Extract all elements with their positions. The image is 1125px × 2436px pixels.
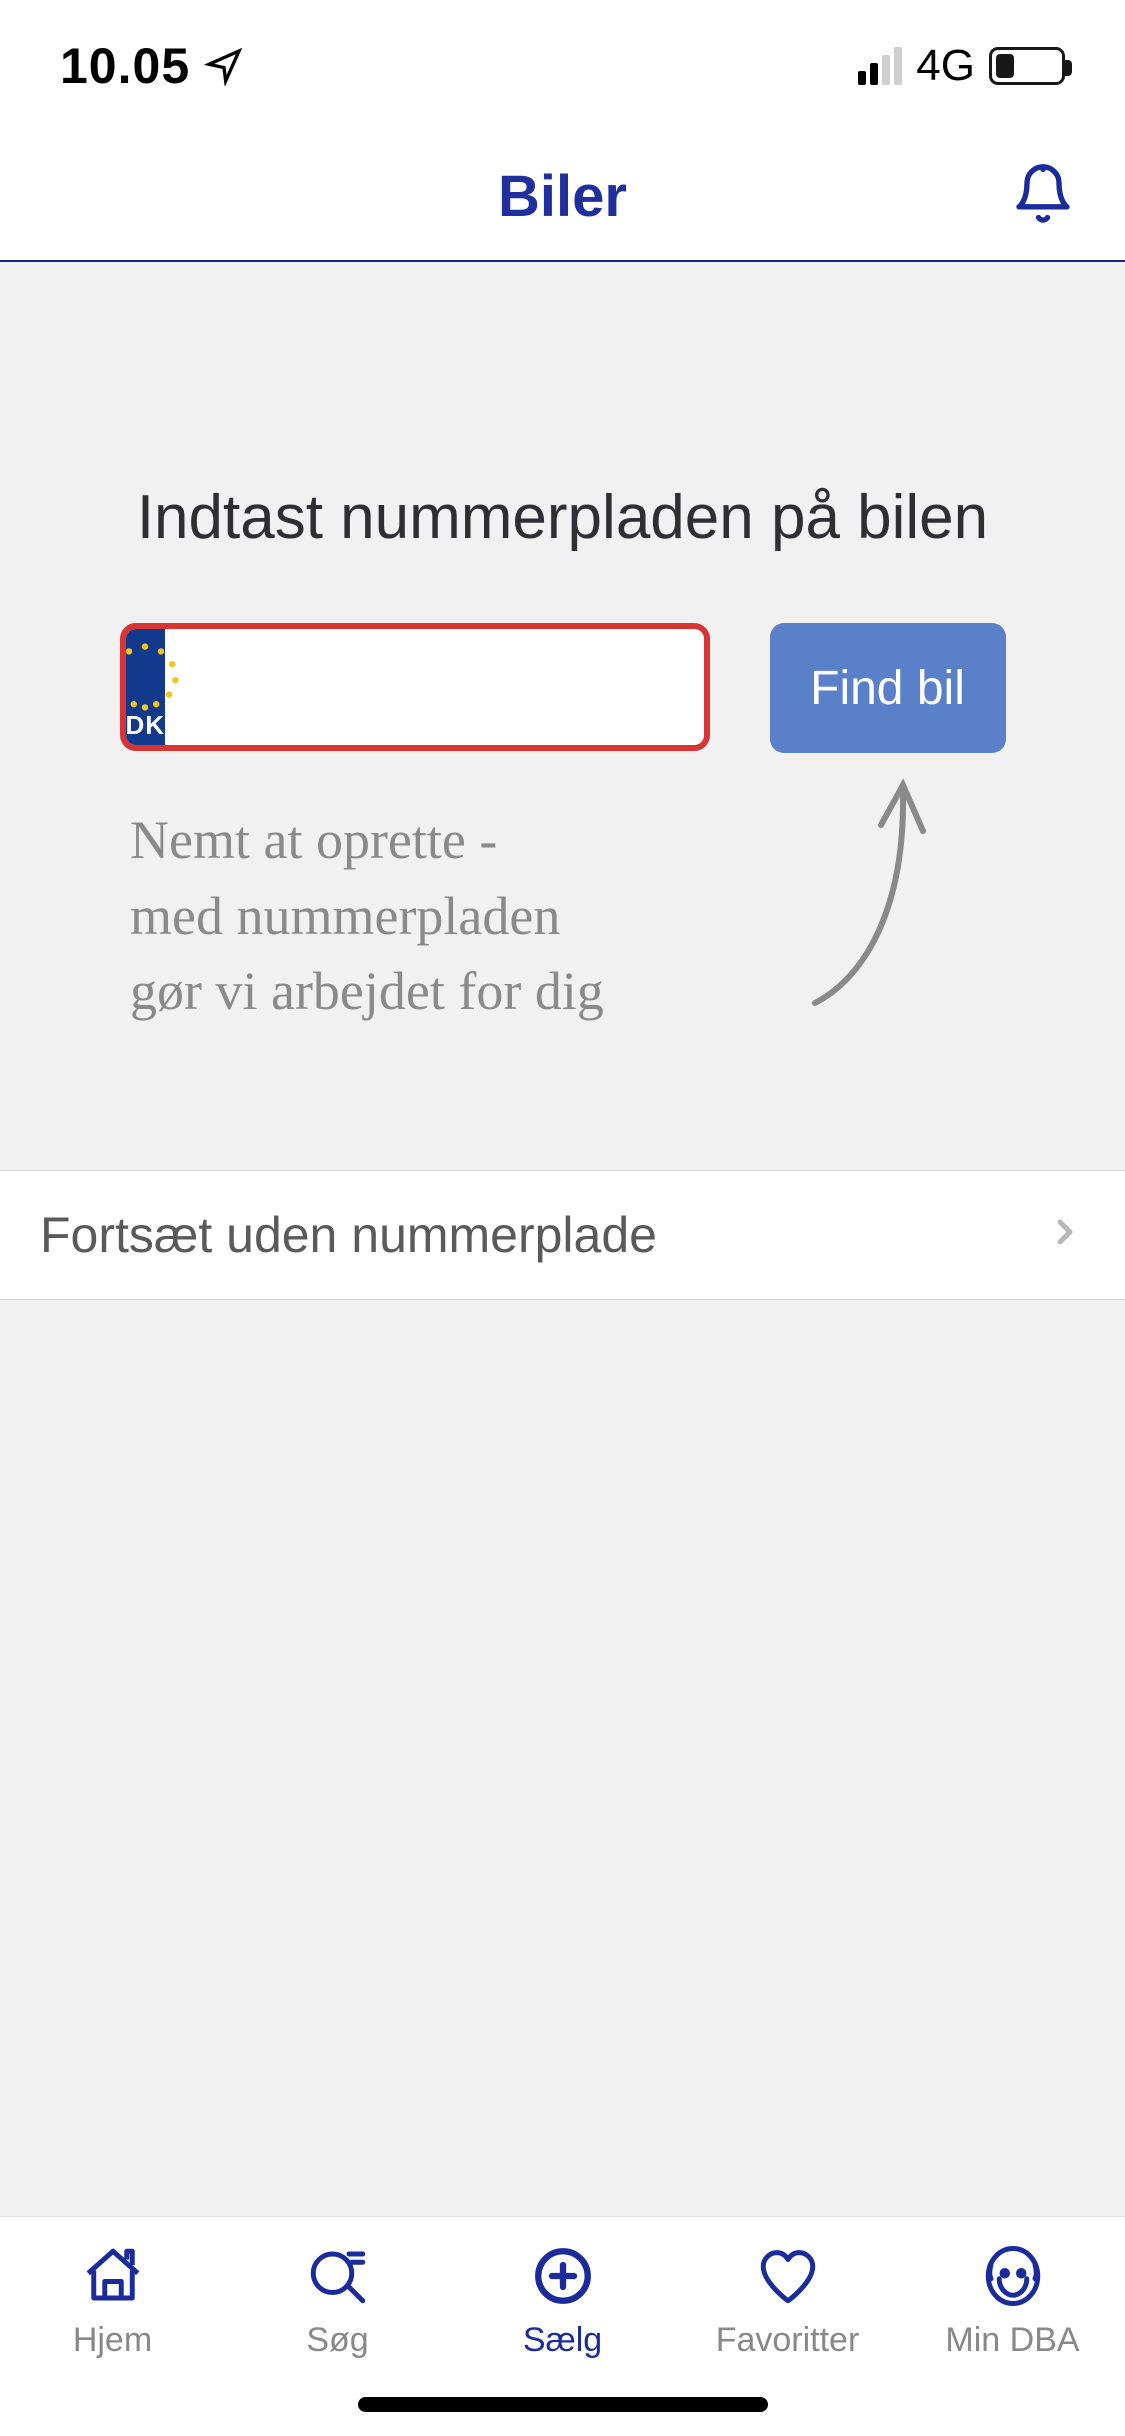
status-time: 10.05 (60, 37, 190, 95)
tab-bar: Hjem Søg Sælg (0, 2216, 1125, 2436)
signal-icon (858, 47, 902, 85)
license-plate-field[interactable]: DK (120, 623, 710, 751)
hint-line-1: Nemt at oprette - (130, 810, 497, 870)
skip-label: Fortsæt uden nummerplade (40, 1206, 657, 1264)
plus-circle-icon (530, 2243, 596, 2309)
status-bar: 10.05 4G (0, 0, 1125, 132)
profile-icon (980, 2243, 1046, 2309)
eu-band: DK (126, 629, 166, 745)
tab-search[interactable]: Søg (225, 2243, 450, 2360)
find-car-button[interactable]: Find bil (770, 623, 1006, 753)
home-icon (80, 2243, 146, 2309)
plate-input[interactable] (165, 629, 709, 745)
tab-home[interactable]: Hjem (0, 2243, 225, 2360)
nav-header: Biler (0, 132, 1125, 262)
battery-icon (989, 47, 1065, 85)
hint-line-2: med nummerpladen (130, 886, 560, 946)
hint-arrow-icon (795, 753, 935, 1018)
tab-mydba[interactable]: Min DBA (900, 2243, 1125, 2360)
tab-label: Min DBA (945, 2321, 1079, 2360)
notifications-button[interactable] (1011, 162, 1075, 231)
heart-icon (755, 2243, 821, 2309)
search-icon (305, 2243, 371, 2309)
chevron-right-icon (1045, 1212, 1085, 1257)
tab-label: Hjem (73, 2321, 152, 2360)
plate-section: Indtast nummerpladen på bilen (0, 262, 1125, 1170)
home-indicator[interactable] (358, 2397, 768, 2412)
hint-line-3: gør vi arbejdet for dig (130, 961, 604, 1021)
tab-sell[interactable]: Sælg (450, 2243, 675, 2360)
tab-label: Favoritter (716, 2321, 860, 2360)
hint-note: Nemt at oprette - med nummerpladen gør v… (40, 793, 1085, 1110)
page-title: Biler (498, 163, 627, 230)
plate-heading: Indtast nummerpladen på bilen (40, 482, 1085, 553)
empty-space (0, 1300, 1125, 2216)
eu-stars-icon (120, 637, 186, 722)
tab-favorites[interactable]: Favoritter (675, 2243, 900, 2360)
continue-without-plate-row[interactable]: Fortsæt uden nummerplade (0, 1170, 1125, 1300)
bell-icon (1011, 213, 1075, 230)
location-arrow-icon (204, 46, 244, 86)
network-label: 4G (916, 41, 975, 91)
tab-label: Sælg (523, 2321, 602, 2360)
tab-label: Søg (306, 2321, 368, 2360)
